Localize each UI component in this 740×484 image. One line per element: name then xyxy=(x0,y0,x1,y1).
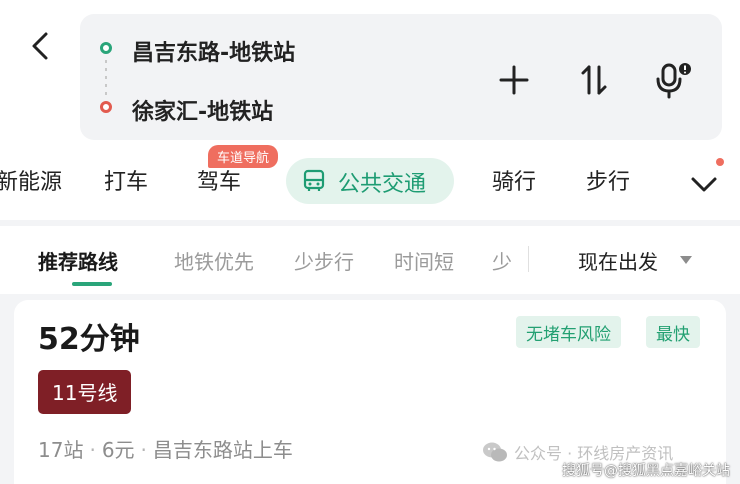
departure-time-select[interactable]: 现在出发 xyxy=(578,246,658,275)
route-details: 17站 · 6元 · 昌吉东路站上车 xyxy=(38,434,293,463)
origin-dot-icon xyxy=(100,42,112,54)
fastest-tag: 最快 xyxy=(646,316,700,348)
route-connector xyxy=(105,60,107,96)
chevron-down-icon[interactable] xyxy=(686,166,722,202)
route-duration: 52分钟 xyxy=(38,322,140,357)
filter-recommended[interactable]: 推荐路线 xyxy=(38,246,118,275)
wechat-icon xyxy=(483,442,507,462)
lane-navigation-badge: 车道导航 xyxy=(208,145,279,168)
selected-filter-indicator xyxy=(72,282,112,286)
separator-dot: · xyxy=(89,438,96,462)
tab-public-transit-label: 公共交通 xyxy=(338,172,427,197)
subway-line-chip: 11号线 xyxy=(38,370,132,414)
origin-field[interactable]: 昌吉东路-地铁站 xyxy=(132,35,295,67)
filter-subway-first[interactable]: 地铁优先 xyxy=(174,246,254,275)
bus-icon xyxy=(303,169,325,191)
tab-public-transit[interactable]: 公共交通 xyxy=(286,158,454,204)
route-header: 昌吉东路-地铁站 徐家汇-地铁站 xyxy=(0,0,740,150)
add-icon[interactable] xyxy=(494,60,534,100)
fare: 6元 xyxy=(101,438,135,462)
tab-taxi[interactable]: 打车 xyxy=(104,164,148,196)
caret-down-icon[interactable] xyxy=(678,254,694,266)
divider xyxy=(528,246,529,272)
sohu-watermark: 搜狐号@搜狐黑点嘉峪关站 xyxy=(562,463,730,479)
destination-field[interactable]: 徐家汇-地铁站 xyxy=(132,94,273,126)
filter-fewer-transfers[interactable]: 少 xyxy=(492,246,512,275)
tab-new-energy[interactable]: 新能源 xyxy=(0,164,62,196)
back-arrow-icon[interactable] xyxy=(22,28,58,64)
route-filter-bar: 推荐路线 地铁优先 少步行 时间短 少 现在出发 xyxy=(0,226,740,294)
travel-mode-tabs: 新能源 打车 驾车 车道导航 公共交通 骑行 步行 xyxy=(0,145,740,220)
no-traffic-risk-tag: 无堵车风险 xyxy=(516,316,621,348)
tab-drive[interactable]: 驾车 xyxy=(197,164,241,196)
tab-walking[interactable]: 步行 xyxy=(586,164,630,196)
notification-dot xyxy=(716,158,724,166)
destination-dot-icon xyxy=(100,101,112,113)
boarding-station: 昌吉东路站上车 xyxy=(152,438,293,462)
voice-icon[interactable] xyxy=(652,60,692,100)
stop-count: 17站 xyxy=(38,438,84,462)
route-input-panel: 昌吉东路-地铁站 徐家汇-地铁站 xyxy=(80,14,722,140)
tab-cycling[interactable]: 骑行 xyxy=(492,164,536,196)
separator-dot: · xyxy=(140,438,147,462)
filter-less-walking[interactable]: 少步行 xyxy=(294,246,354,275)
filter-shortest-time[interactable]: 时间短 xyxy=(394,246,454,275)
swap-icon[interactable] xyxy=(574,60,614,100)
